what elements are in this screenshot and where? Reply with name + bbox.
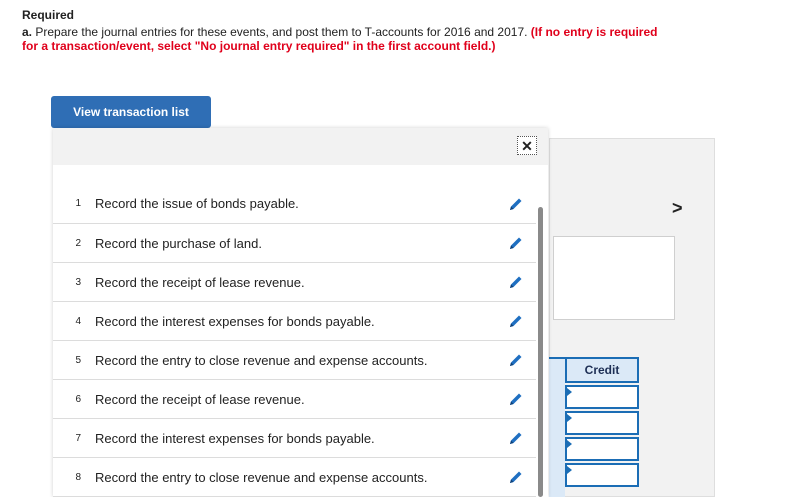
required-heading: Required bbox=[22, 8, 75, 22]
transaction-row[interactable]: 3 Record the receipt of lease revenue. bbox=[53, 263, 536, 302]
transaction-row[interactable]: 8 Record the entry to close revenue and e… bbox=[53, 458, 536, 497]
transaction-description: Record the purchase of land. bbox=[95, 235, 262, 251]
transaction-description: Record the receipt of lease revenue. bbox=[95, 391, 305, 407]
transaction-number: 4 bbox=[75, 315, 81, 327]
transaction-row[interactable]: 6 Record the receipt of lease revenue. bbox=[53, 380, 536, 419]
transaction-row[interactable]: 5 Record the entry to close revenue and e… bbox=[53, 341, 536, 380]
transaction-description: Record the entry to close revenue and ex… bbox=[95, 469, 428, 485]
chevron-right-icon[interactable]: > bbox=[672, 198, 683, 219]
pencil-icon[interactable] bbox=[496, 430, 536, 446]
transaction-number: 7 bbox=[75, 432, 81, 444]
close-icon[interactable]: ✕ bbox=[517, 136, 537, 155]
transaction-row[interactable]: 7 Record the interest expenses for bonds … bbox=[53, 419, 536, 458]
item-label: a. bbox=[22, 25, 33, 39]
transaction-number: 1 bbox=[75, 198, 81, 209]
instruction-text: a. Prepare the journal entries for these… bbox=[22, 25, 662, 53]
transaction-row[interactable]: 4 Record the interest expenses for bonds … bbox=[53, 302, 536, 341]
pencil-icon[interactable] bbox=[496, 469, 536, 485]
transaction-description: Record the interest expenses for bonds p… bbox=[95, 430, 375, 446]
transaction-description: Record the interest expenses for bonds p… bbox=[95, 313, 375, 329]
pencil-icon[interactable] bbox=[496, 235, 536, 251]
instruction: Prepare the journal entries for these ev… bbox=[35, 25, 528, 39]
credit-input[interactable] bbox=[565, 437, 639, 461]
credit-column: Credit bbox=[565, 357, 639, 497]
transaction-list: 1 Record the issue of bonds payable. 2 Reco… bbox=[53, 165, 536, 497]
credit-input[interactable] bbox=[565, 411, 639, 435]
transaction-number: 6 bbox=[75, 393, 81, 405]
pencil-icon[interactable] bbox=[496, 274, 536, 290]
pencil-icon[interactable] bbox=[496, 391, 536, 407]
credit-header: Credit bbox=[565, 357, 639, 383]
pencil-icon[interactable] bbox=[496, 352, 536, 368]
transaction-description: Record the entry to close revenue and ex… bbox=[95, 352, 428, 368]
transaction-row[interactable]: 1 Record the issue of bonds payable. bbox=[53, 165, 536, 224]
transaction-number: 3 bbox=[75, 276, 81, 288]
description-box[interactable] bbox=[553, 236, 675, 320]
pencil-icon[interactable] bbox=[496, 196, 536, 212]
transaction-description: Record the issue of bonds payable. bbox=[95, 196, 299, 211]
transaction-number: 5 bbox=[75, 354, 81, 366]
transaction-number: 2 bbox=[75, 237, 81, 249]
credit-input[interactable] bbox=[565, 463, 639, 487]
transaction-number: 8 bbox=[75, 471, 81, 483]
transaction-row[interactable]: 2 Record the purchase of land. bbox=[53, 224, 536, 263]
transaction-description: Record the receipt of lease revenue. bbox=[95, 274, 305, 290]
credit-input[interactable] bbox=[565, 385, 639, 409]
modal-header: ✕ bbox=[53, 128, 548, 165]
transaction-list-modal: ✕ 1 Record the issue of bonds payable. 2 Re… bbox=[53, 128, 548, 497]
scrollbar[interactable] bbox=[538, 207, 543, 497]
debit-column-edge bbox=[549, 357, 565, 497]
view-transaction-list-button[interactable]: View transaction list bbox=[51, 96, 211, 128]
pencil-icon[interactable] bbox=[496, 313, 536, 329]
